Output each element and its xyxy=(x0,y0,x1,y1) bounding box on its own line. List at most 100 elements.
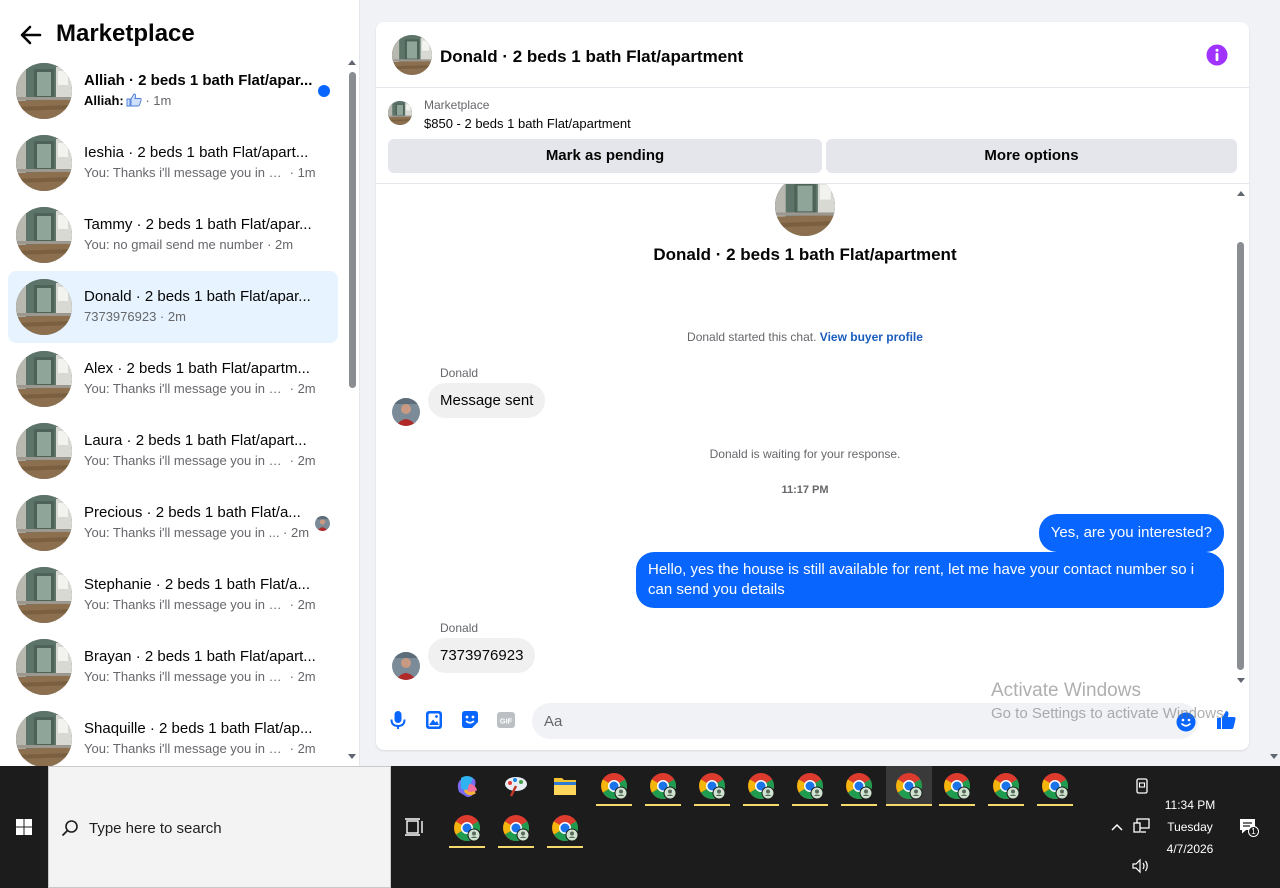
conversation-item[interactable]: Ieshia · 2 beds 1 bath Flat/apart... You… xyxy=(8,127,338,199)
chrome-profile-icon[interactable] xyxy=(692,766,732,806)
chrome-profile-icon[interactable] xyxy=(790,766,830,806)
conversation-item[interactable]: Laura · 2 beds 1 bath Flat/apart... You:… xyxy=(8,415,338,487)
chrome-profile-icon[interactable] xyxy=(1035,766,1075,806)
conversation-item[interactable]: Brayan · 2 beds 1 bath Flat/apart... You… xyxy=(8,631,338,703)
windows-start-icon[interactable] xyxy=(0,766,48,888)
like-thumb-icon xyxy=(126,93,142,107)
thumbs-up-send-icon[interactable] xyxy=(1215,709,1237,731)
preview-text: You: Thanks i'll message you in a ... xyxy=(84,165,286,180)
sticker-icon[interactable] xyxy=(459,709,481,731)
task-view-icon[interactable] xyxy=(404,816,426,838)
clock-time[interactable]: 11:34 PM xyxy=(1150,798,1230,812)
scroll-down-arrow-icon[interactable] xyxy=(1237,678,1245,683)
conversation-preview: You: Thanks i'll message you in a ... · … xyxy=(84,741,316,756)
photo-icon[interactable] xyxy=(423,709,445,731)
view-buyer-profile-link[interactable]: View buyer profile xyxy=(820,330,923,344)
listing-photo-avatar xyxy=(16,423,72,479)
chrome-profile-icon[interactable] xyxy=(839,766,879,806)
conversation-title: Tammy · 2 beds 1 bath Flat/apar... xyxy=(84,216,312,233)
scroll-down-arrow-icon[interactable] xyxy=(348,754,356,759)
listing-photo-avatar xyxy=(16,495,72,551)
chrome-profile-icon[interactable] xyxy=(545,808,585,848)
thread-title: Donald · 2 beds 1 bath Flat/apartment xyxy=(653,245,957,264)
chrome-profile-icon[interactable] xyxy=(986,766,1026,806)
conversation-time: 2m xyxy=(297,381,316,396)
conversation-preview: You: no gmail send me number · 2m xyxy=(84,237,294,252)
conversation-item[interactable]: Shaquille · 2 beds 1 bath Flat/ap... You… xyxy=(8,703,338,766)
chat-panel: Donald · 2 beds 1 bath Flat/apartment Ma… xyxy=(376,22,1249,750)
preview-text: You: Thanks i'll message you in ... xyxy=(84,525,280,540)
file-explorer-icon[interactable] xyxy=(545,766,585,806)
marketplace-label: Marketplace xyxy=(424,98,490,112)
conversation-time: 1m xyxy=(297,165,316,180)
scroll-up-arrow-icon[interactable] xyxy=(1237,191,1245,196)
chat-scrollbar[interactable] xyxy=(1235,188,1247,684)
scrollbar-thumb[interactable] xyxy=(349,72,356,388)
chrome-profile-icon[interactable] xyxy=(447,808,487,848)
conversation-item[interactable]: Alex · 2 beds 1 bath Flat/apartm... You:… xyxy=(8,343,338,415)
clock-date[interactable]: 4/7/2026 xyxy=(1150,842,1230,856)
conversation-title: Ieshia · 2 beds 1 bath Flat/apart... xyxy=(84,144,309,161)
page-scrollbar[interactable] xyxy=(1268,750,1280,764)
meet-now-icon[interactable] xyxy=(1133,777,1151,795)
paint-app-icon[interactable] xyxy=(496,766,536,806)
listing-photo-avatar xyxy=(16,63,72,119)
page-title: Marketplace xyxy=(56,20,195,47)
emoji-icon[interactable] xyxy=(1175,711,1197,733)
conversation-item-active[interactable]: Donald · 2 beds 1 bath Flat/apar... 7373… xyxy=(8,271,338,343)
message-timestamp: 11:17 PM xyxy=(781,484,829,496)
conversation-item[interactable]: Tammy · 2 beds 1 bath Flat/apar... You: … xyxy=(8,199,338,271)
conversation-item[interactable]: Precious · 2 beds 1 bath Flat/a... You: … xyxy=(8,487,338,559)
microphone-icon[interactable] xyxy=(387,709,409,731)
conversation-time: 2m xyxy=(297,669,316,684)
listing-photo-avatar xyxy=(775,184,835,236)
outgoing-message: Yes, are you interested? xyxy=(1038,514,1224,552)
scrollbar-thumb[interactable] xyxy=(1237,242,1244,670)
incoming-message: 7373976923 xyxy=(428,638,536,673)
mark-as-pending-button[interactable]: Mark as pending xyxy=(388,139,822,173)
network-icon[interactable] xyxy=(1133,818,1151,834)
svg-text:GIF: GIF xyxy=(500,717,513,726)
conversation-time: 1m xyxy=(153,93,172,108)
conversation-sidebar: Marketplace Alliah · 2 beds 1 bath Flat/… xyxy=(0,0,360,766)
search-placeholder: Type here to search xyxy=(89,820,222,837)
info-icon[interactable] xyxy=(1206,44,1228,66)
conversation-title: Shaquille · 2 beds 1 bath Flat/ap... xyxy=(84,720,313,737)
chrome-profile-icon[interactable] xyxy=(643,766,683,806)
gif-icon[interactable]: GIF xyxy=(495,709,517,731)
message-composer: GIF xyxy=(376,696,1249,750)
conversation-preview: You: Thanks i'll message you in a ... · … xyxy=(84,165,316,180)
chat-title[interactable]: Donald · 2 beds 1 bath Flat/apartment xyxy=(440,47,743,67)
buyer-avatar[interactable] xyxy=(392,652,420,680)
conversation-preview: Alliah: · 1m xyxy=(84,93,172,108)
buyer-avatar[interactable] xyxy=(392,398,420,426)
sidebar-scrollbar[interactable] xyxy=(346,58,358,764)
volume-icon[interactable] xyxy=(1131,858,1151,874)
chrome-profile-icon-active[interactable] xyxy=(886,766,932,806)
taskbar-search-box[interactable]: Type here to search xyxy=(48,766,391,888)
scroll-up-arrow-icon[interactable] xyxy=(348,60,356,65)
notification-center-icon[interactable]: 1 xyxy=(1237,816,1259,838)
listing-title[interactable]: $850 - 2 beds 1 bath Flat/apartment xyxy=(424,116,631,131)
conversation-item[interactable]: Alliah · 2 beds 1 bath Flat/apar... Alli… xyxy=(8,55,338,127)
show-hidden-icons-chevron-icon[interactable] xyxy=(1110,821,1124,833)
chrome-profile-icon[interactable] xyxy=(496,808,536,848)
listing-photo-avatar[interactable] xyxy=(392,35,432,75)
chrome-profile-icon[interactable] xyxy=(741,766,781,806)
conversation-preview: You: Thanks i'll message you in a ... · … xyxy=(84,669,316,684)
seen-avatar-icon xyxy=(315,516,330,531)
more-options-button[interactable]: More options xyxy=(826,139,1237,173)
conversation-item[interactable]: Stephanie · 2 beds 1 bath Flat/a... You:… xyxy=(8,559,338,631)
back-arrow-icon[interactable] xyxy=(18,22,44,48)
listing-thumbnail[interactable] xyxy=(388,101,412,125)
chrome-profile-icon[interactable] xyxy=(594,766,634,806)
unread-dot xyxy=(318,85,330,97)
conversation-preview: You: Thanks i'll message you in ... · 2m xyxy=(84,525,310,540)
preview-text: You: Thanks i'll message you in a ... xyxy=(84,597,286,612)
message-input[interactable] xyxy=(532,703,1198,739)
conversation-title: Alliah · 2 beds 1 bath Flat/apar... xyxy=(84,72,313,89)
scroll-down-arrow-icon[interactable] xyxy=(1270,754,1278,759)
clock-day[interactable]: Tuesday xyxy=(1150,820,1230,834)
chrome-profile-icon[interactable] xyxy=(937,766,977,806)
copilot-app-icon[interactable] xyxy=(447,766,487,806)
